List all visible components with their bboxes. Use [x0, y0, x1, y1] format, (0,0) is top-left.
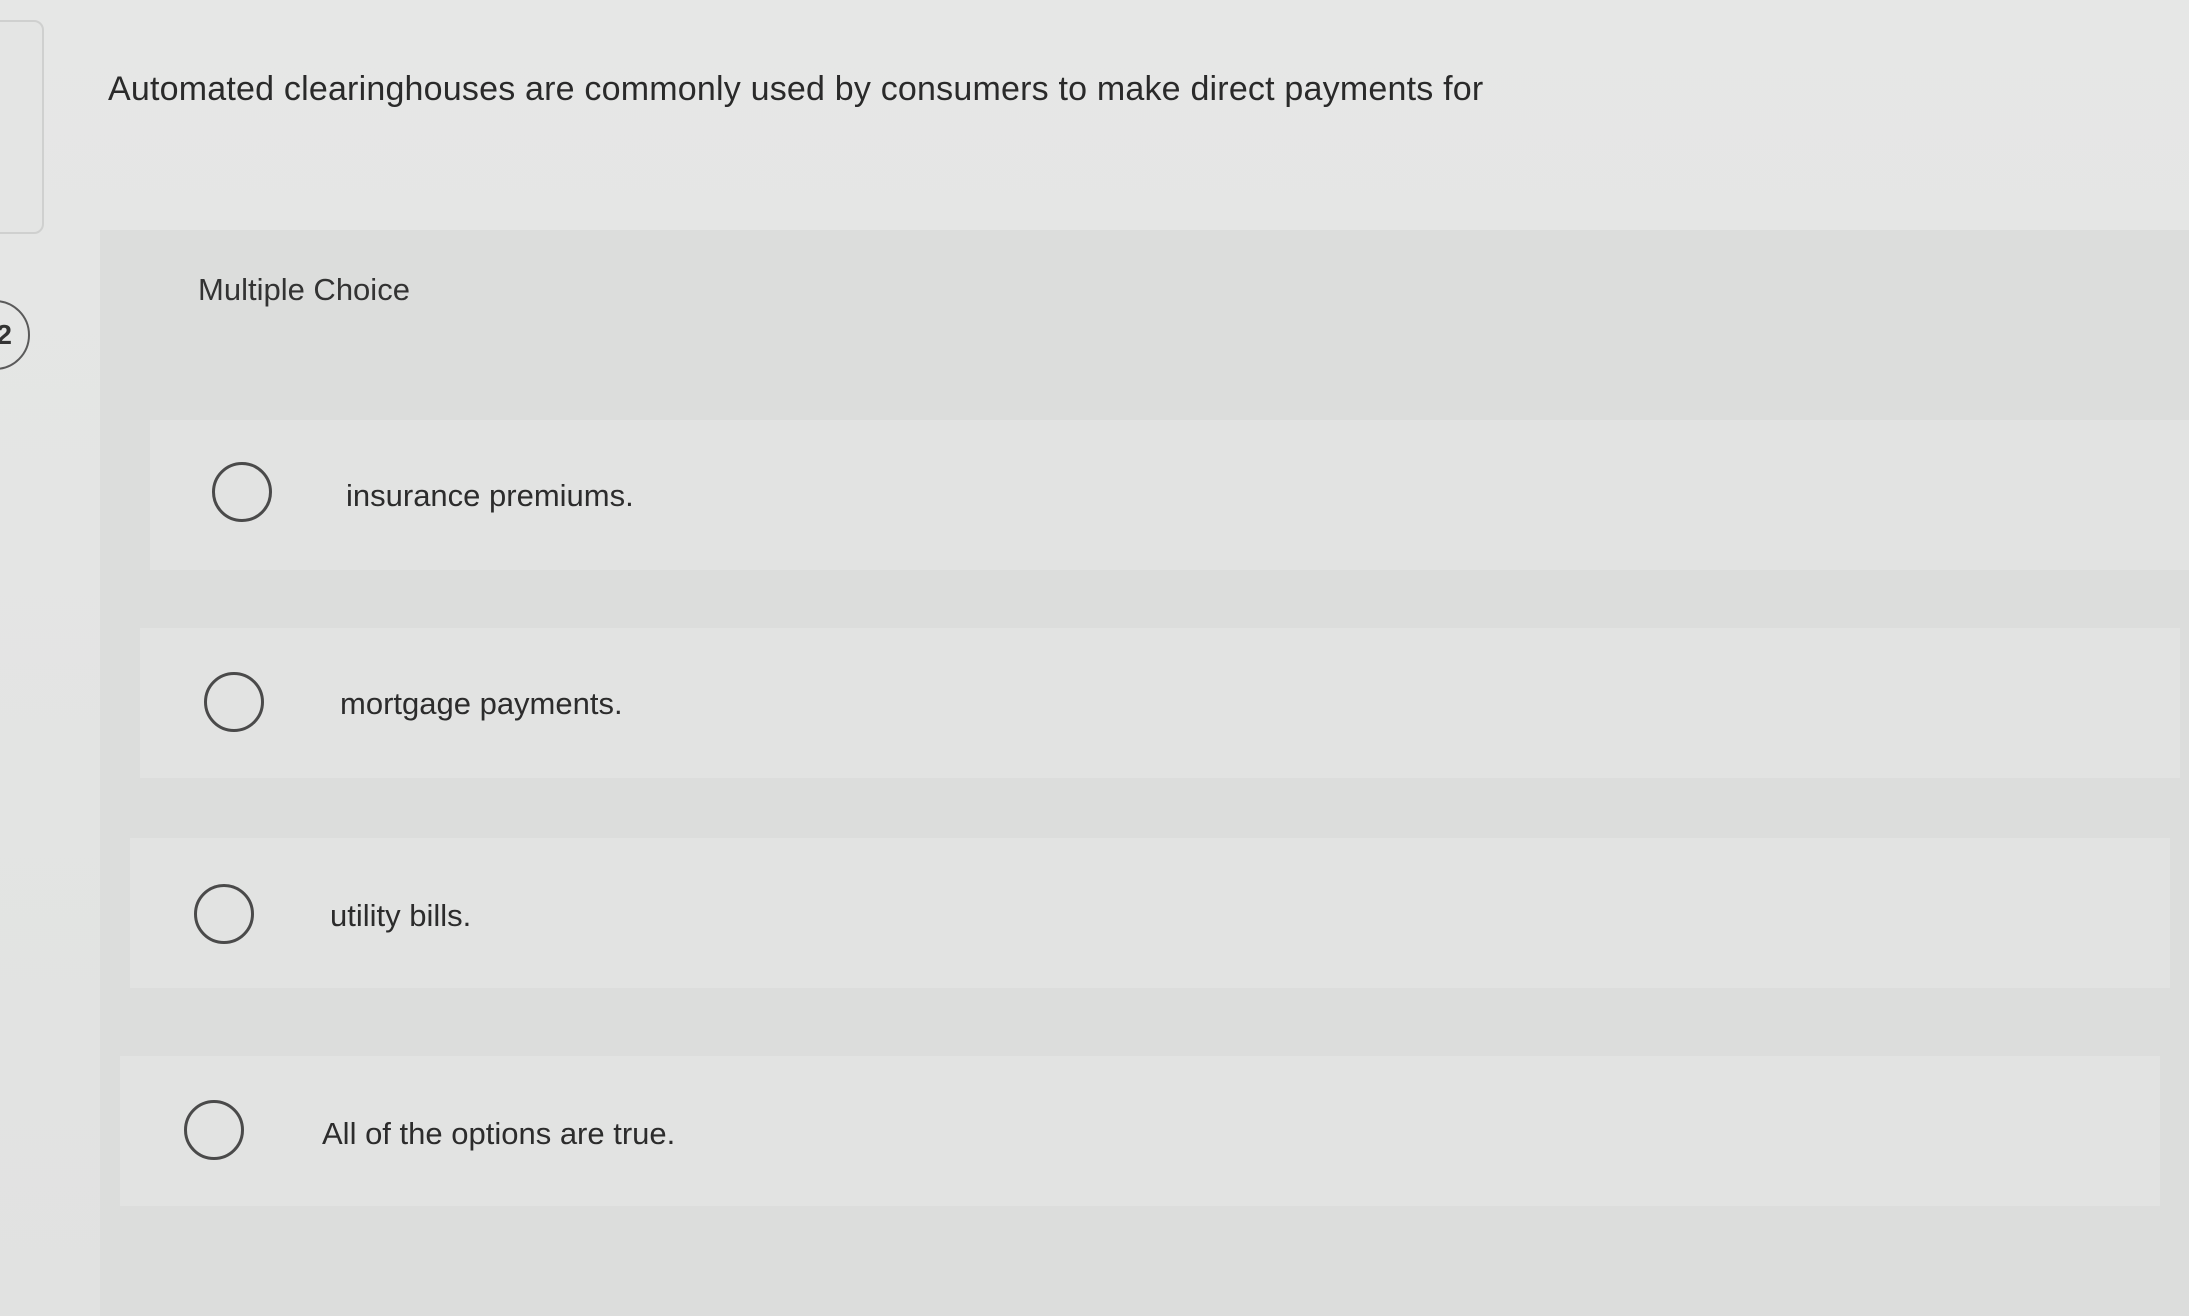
radio-button[interactable] [212, 462, 272, 522]
quiz-page: 2 Automated clearinghouses are commonly … [0, 0, 2189, 1316]
radio-button[interactable] [204, 672, 264, 732]
option-label[interactable]: insurance premiums. [346, 478, 634, 514]
question-text: Automated clearinghouses are commonly us… [108, 70, 1484, 108]
question-number-label: 2 [0, 319, 12, 350]
option-label[interactable]: mortgage payments. [340, 686, 623, 722]
option-label[interactable]: utility bills. [330, 898, 471, 934]
left-panel-edge [0, 20, 44, 234]
option-label[interactable]: All of the options are true. [322, 1116, 675, 1152]
question-number-badge[interactable]: 2 [0, 300, 30, 370]
answer-type-label: Multiple Choice [198, 272, 410, 307]
radio-button[interactable] [194, 884, 254, 944]
radio-button[interactable] [184, 1100, 244, 1160]
